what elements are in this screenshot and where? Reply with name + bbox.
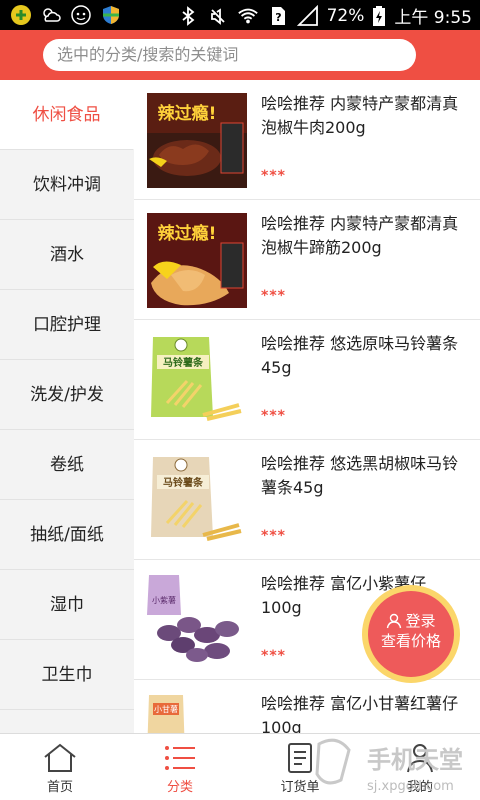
watermark-logo: 手机天堂 sj.xpgod.com (315, 738, 463, 794)
product-title: 哙哙推荐 悠选原味马铃薯条45g (261, 334, 459, 377)
product-image: 马铃薯条 (147, 453, 247, 548)
product-image: 辣过瘾! (147, 213, 247, 308)
app-notification-icon (11, 5, 31, 25)
svg-text:?: ? (275, 11, 281, 24)
product-image: 马铃薯条 (147, 333, 247, 428)
wifi-icon (237, 8, 258, 23)
image-text: 小紫薯 (152, 595, 176, 605)
product-title: 哙哙推荐 富亿小甘薯红薯仔100g (261, 694, 459, 733)
product-item[interactable]: 小甘薯 哙哙推荐 富亿小甘薯红薯仔100g *** (134, 680, 480, 733)
login-label: 登录 (405, 612, 436, 630)
image-text: 小甘薯 (154, 704, 178, 714)
nav-label: 分类 (166, 780, 193, 795)
product-title: 哙哙推荐 悠选黑胡椒味马铃薯条45g (261, 454, 459, 497)
image-text: 马铃薯条 (163, 356, 204, 369)
login-button-inner: 登录 查看价格 (368, 591, 454, 677)
watermark-text: 手机天堂 (367, 746, 463, 774)
mute-icon (210, 7, 225, 25)
sidebar-item-snacks[interactable]: 休闲食品 (0, 80, 134, 150)
image-text: 马铃薯条 (163, 476, 204, 489)
product-item[interactable]: 辣过瘾! 哙哙推荐 内蒙特产蒙都清真泡椒牛肉200g *** (134, 80, 480, 200)
face-icon (71, 5, 91, 25)
image-text: 辣过瘾! (158, 103, 217, 124)
watermark-url: sj.xpgod.com (367, 779, 454, 794)
product-image: 小紫薯 (147, 573, 247, 668)
list-icon (165, 746, 195, 770)
signal-icon (296, 4, 318, 26)
product-item[interactable]: 马铃薯条 哙哙推荐 悠选黑胡椒味马铃薯条45g *** (134, 440, 480, 560)
clock: 上午 9:55 (394, 8, 472, 28)
product-price: *** (261, 528, 286, 544)
sidebar-item-alcohol[interactable]: 酒水 (0, 220, 134, 290)
nav-category[interactable]: 分类 (120, 734, 240, 800)
view-price-label: 查看价格 (380, 632, 441, 650)
nav-label: 首页 (46, 780, 73, 795)
weather-icon (43, 8, 61, 22)
sidebar-item-drinks[interactable]: 饮料冲调 (0, 150, 134, 220)
user-icon (387, 613, 402, 629)
login-to-view-price-button[interactable]: 登录 查看价格 (362, 585, 460, 683)
product-image: 小甘薯 (147, 693, 247, 733)
home-icon (44, 743, 76, 772)
sidebar-item-hair-care[interactable]: 洗发/护发 (0, 360, 134, 430)
nav-home[interactable]: 首页 (0, 734, 120, 800)
bluetooth-icon (182, 5, 195, 26)
product-price: *** (261, 648, 286, 664)
product-item[interactable]: 辣过瘾! 哙哙推荐 内蒙特产蒙都清真泡椒牛蹄筋200g *** (134, 200, 480, 320)
sidebar-item-sanitary-pads[interactable]: 卫生巾 (0, 640, 134, 710)
battery-percent: 72% (326, 5, 365, 26)
battery-icon (373, 5, 386, 26)
product-title: 哙哙推荐 内蒙特产蒙都清真泡椒牛蹄筋200g (261, 214, 459, 257)
product-price: *** (261, 408, 286, 424)
sidebar-item-toilet-roll[interactable]: 卷纸 (0, 430, 134, 500)
status-bar: ? 72% 上午 9:55 (0, 0, 480, 30)
category-sidebar: 休闲食品 饮料冲调 酒水 口腔护理 洗发/护发 卷纸 抽纸/面纸 湿巾 卫生巾 (0, 80, 134, 733)
sidebar-item-wet-wipes[interactable]: 湿巾 (0, 570, 134, 640)
sidebar-item-tissue[interactable]: 抽纸/面纸 (0, 500, 134, 570)
search-input[interactable]: 选中的分类/搜索的关键词 (43, 39, 416, 71)
search-header: 选中的分类/搜索的关键词 (0, 30, 480, 80)
product-price: *** (261, 168, 286, 184)
product-image: 辣过瘾! (147, 93, 247, 188)
sidebar-item-oral-care[interactable]: 口腔护理 (0, 290, 134, 360)
image-text: 辣过瘾! (158, 223, 217, 244)
shield-icon (103, 6, 119, 24)
product-title: 哙哙推荐 内蒙特产蒙都清真泡椒牛肉200g (261, 94, 459, 137)
product-item[interactable]: 马铃薯条 哙哙推荐 悠选原味马铃薯条45g *** (134, 320, 480, 440)
sim-icon: ? (271, 6, 285, 25)
product-price: *** (261, 288, 286, 304)
